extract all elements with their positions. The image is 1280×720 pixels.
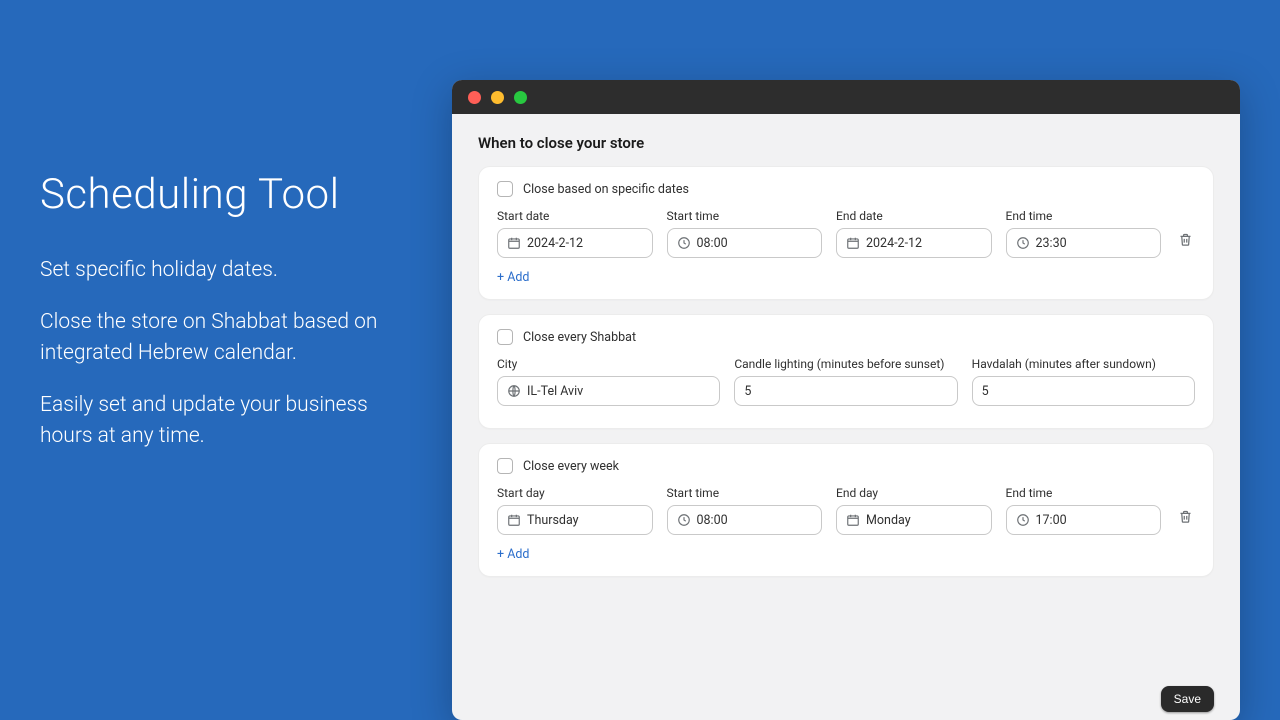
card-every-week: Close every week Start day Thursday Star…	[478, 443, 1214, 577]
calendar-icon	[846, 513, 860, 527]
city-input[interactable]: IL-Tel Aviv	[497, 376, 720, 406]
calendar-icon	[507, 236, 521, 250]
havdalah-label: Havdalah (minutes after sundown)	[972, 357, 1195, 371]
delete-date-row-button[interactable]	[1175, 232, 1195, 251]
week-check-label: Close every week	[523, 459, 619, 474]
specific-dates-checkbox[interactable]	[497, 181, 513, 197]
week-end-time-value: 17:00	[1036, 513, 1067, 528]
week-start-time-label: Start time	[667, 486, 823, 500]
app-window: When to close your store Close based on …	[452, 80, 1240, 720]
clock-icon	[677, 236, 691, 250]
candle-value: 5	[744, 384, 751, 399]
hero-line-3: Easily set and update your business hour…	[40, 390, 410, 451]
week-check-row: Close every week	[497, 458, 1195, 474]
hero-title: Scheduling Tool	[40, 170, 432, 219]
delete-week-row-button[interactable]	[1175, 509, 1195, 528]
end-date-label: End date	[836, 209, 992, 223]
end-day-input[interactable]: Monday	[836, 505, 992, 535]
candle-input[interactable]: 5	[734, 376, 957, 406]
clock-icon	[677, 513, 691, 527]
window-min-dot[interactable]	[491, 91, 504, 104]
week-start-time-input[interactable]: 08:00	[667, 505, 823, 535]
globe-icon	[507, 384, 521, 398]
end-time-label: End time	[1006, 209, 1162, 223]
candle-label: Candle lighting (minutes before sunset)	[734, 357, 957, 371]
start-day-label: Start day	[497, 486, 653, 500]
hero-pane: Scheduling Tool Set specific holiday dat…	[0, 0, 452, 720]
hero-line-1: Set specific holiday dates.	[40, 255, 410, 285]
add-week-button[interactable]: + Add	[497, 545, 1195, 564]
week-end-time-label: End time	[1006, 486, 1162, 500]
week-checkbox[interactable]	[497, 458, 513, 474]
card-specific-dates: Close based on specific dates Start date…	[478, 166, 1214, 300]
start-day-input[interactable]: Thursday	[497, 505, 653, 535]
specific-dates-check-row: Close based on specific dates	[497, 181, 1195, 197]
clock-icon	[1016, 513, 1030, 527]
start-date-value: 2024-2-12	[527, 236, 583, 251]
city-value: IL-Tel Aviv	[527, 384, 583, 399]
end-time-value: 23:30	[1036, 236, 1067, 251]
calendar-icon	[507, 513, 521, 527]
start-date-input[interactable]: 2024-2-12	[497, 228, 653, 258]
window-close-dot[interactable]	[468, 91, 481, 104]
havdalah-value: 5	[982, 384, 989, 399]
end-day-value: Monday	[866, 513, 911, 528]
card-shabbat: Close every Shabbat City IL-Tel Aviv Can…	[478, 314, 1214, 429]
save-button[interactable]: Save	[1161, 686, 1214, 712]
havdalah-input[interactable]: 5	[972, 376, 1195, 406]
start-time-input[interactable]: 08:00	[667, 228, 823, 258]
start-time-value: 08:00	[697, 236, 728, 251]
week-end-time-input[interactable]: 17:00	[1006, 505, 1162, 535]
shabbat-checkbox[interactable]	[497, 329, 513, 345]
app-body: When to close your store Close based on …	[452, 114, 1240, 720]
window-titlebar	[452, 80, 1240, 114]
end-date-input[interactable]: 2024-2-12	[836, 228, 992, 258]
shabbat-check-label: Close every Shabbat	[523, 330, 636, 345]
specific-dates-check-label: Close based on specific dates	[523, 182, 689, 197]
window-max-dot[interactable]	[514, 91, 527, 104]
hero-line-2: Close the store on Shabbat based on inte…	[40, 307, 410, 368]
start-day-value: Thursday	[527, 513, 579, 528]
end-date-value: 2024-2-12	[866, 236, 922, 251]
start-time-label: Start time	[667, 209, 823, 223]
start-date-label: Start date	[497, 209, 653, 223]
end-day-label: End day	[836, 486, 992, 500]
shabbat-check-row: Close every Shabbat	[497, 329, 1195, 345]
city-label: City	[497, 357, 720, 371]
page-title: When to close your store	[478, 134, 1214, 152]
end-time-input[interactable]: 23:30	[1006, 228, 1162, 258]
week-start-time-value: 08:00	[697, 513, 728, 528]
clock-icon	[1016, 236, 1030, 250]
calendar-icon	[846, 236, 860, 250]
add-date-button[interactable]: + Add	[497, 268, 1195, 287]
